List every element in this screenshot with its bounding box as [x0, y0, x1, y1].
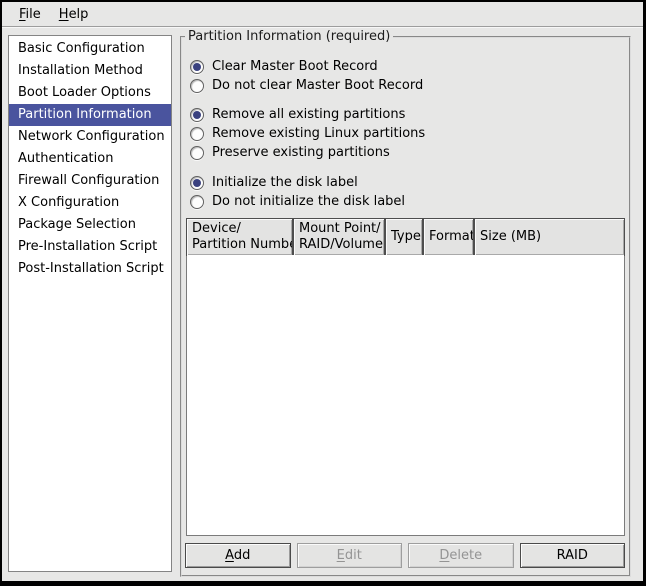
- menu-help[interactable]: Help: [50, 5, 98, 24]
- table-action-buttons: Add Edit Delete RAID: [185, 543, 625, 568]
- partition-table: Device/ Partition Number Mount Point/ RA…: [186, 218, 625, 536]
- add-button-label: dd: [234, 548, 251, 563]
- raid-button[interactable]: RAID: [520, 543, 626, 568]
- menu-file-label: ile: [26, 7, 41, 22]
- sidebar-item-basic-configuration[interactable]: Basic Configuration: [9, 38, 171, 60]
- menubar-separator: [2, 26, 643, 28]
- menu-help-mnemonic: H: [59, 7, 69, 22]
- disk-label-radio-group: Initialize the disk label Do not initial…: [190, 173, 629, 211]
- column-header-format[interactable]: Format: [423, 218, 474, 256]
- column-header-line: Format: [429, 229, 469, 245]
- column-header-line: RAID/Volume: [299, 237, 380, 253]
- radio-unselected-icon: [190, 195, 204, 209]
- sidebar-item-post-installation-script[interactable]: Post-Installation Script: [9, 258, 171, 280]
- radio-unselected-icon: [190, 146, 204, 160]
- category-list: Basic Configuration Installation Method …: [8, 35, 172, 572]
- radio-do-not-initialize-disk-label[interactable]: Do not initialize the disk label: [190, 192, 629, 211]
- radio-unselected-icon: [190, 127, 204, 141]
- radio-label: Preserve existing partitions: [212, 145, 390, 160]
- existing-partitions-radio-group: Remove all existing partitions Remove ex…: [190, 105, 629, 162]
- delete-button-label: elete: [449, 548, 482, 563]
- sidebar-item-network-configuration[interactable]: Network Configuration: [9, 126, 171, 148]
- column-header-line: Partition Number: [192, 237, 288, 253]
- column-header-mount-point-raid-volume[interactable]: Mount Point/ RAID/Volume: [293, 218, 385, 256]
- edit-button: Edit: [297, 543, 403, 568]
- column-header-line: Mount Point/: [299, 221, 380, 237]
- radio-initialize-disk-label[interactable]: Initialize the disk label: [190, 173, 629, 192]
- delete-button-mnemonic: D: [439, 548, 449, 563]
- radio-label: Initialize the disk label: [212, 175, 358, 190]
- radio-selected-icon: [190, 60, 204, 74]
- radio-label: Remove all existing partitions: [212, 107, 405, 122]
- column-header-line: Size (MB): [480, 229, 620, 245]
- sidebar-item-authentication[interactable]: Authentication: [9, 148, 171, 170]
- sidebar-item-x-configuration[interactable]: X Configuration: [9, 192, 171, 214]
- partition-table-body-empty[interactable]: [187, 255, 624, 535]
- menubar: File Help: [2, 2, 643, 26]
- delete-button: Delete: [408, 543, 514, 568]
- sidebar-item-firewall-configuration[interactable]: Firewall Configuration: [9, 170, 171, 192]
- column-header-line: Device/: [192, 221, 288, 237]
- radio-label: Do not initialize the disk label: [212, 194, 405, 209]
- column-header-line: Type: [391, 229, 418, 245]
- frame-title: Partition Information (required): [185, 29, 393, 44]
- partition-information-frame: Partition Information (required) Clear M…: [180, 36, 631, 577]
- add-button[interactable]: Add: [185, 543, 291, 568]
- radio-unselected-icon: [190, 79, 204, 93]
- menu-help-label: elp: [69, 7, 89, 22]
- column-header-size-mb[interactable]: Size (MB): [474, 218, 625, 256]
- edit-button-mnemonic: E: [337, 548, 345, 563]
- sidebar-item-package-selection[interactable]: Package Selection: [9, 214, 171, 236]
- radio-clear-mbr[interactable]: Clear Master Boot Record: [190, 57, 629, 76]
- sidebar-item-boot-loader-options[interactable]: Boot Loader Options: [9, 82, 171, 104]
- radio-label: Do not clear Master Boot Record: [212, 78, 423, 93]
- sidebar-item-pre-installation-script[interactable]: Pre-Installation Script: [9, 236, 171, 258]
- kickstart-configurator-window: File Help Basic Configuration Installati…: [0, 0, 646, 586]
- radio-selected-icon: [190, 108, 204, 122]
- radio-remove-linux-partitions[interactable]: Remove existing Linux partitions: [190, 124, 629, 143]
- raid-button-label: RAID: [557, 548, 588, 563]
- sidebar-item-installation-method[interactable]: Installation Method: [9, 60, 171, 82]
- radio-selected-icon: [190, 176, 204, 190]
- add-button-mnemonic: A: [225, 548, 234, 563]
- column-header-type[interactable]: Type: [385, 218, 423, 256]
- radio-preserve-partitions[interactable]: Preserve existing partitions: [190, 143, 629, 162]
- partition-table-header: Device/ Partition Number Mount Point/ RA…: [186, 218, 625, 256]
- menu-file[interactable]: File: [10, 5, 50, 24]
- radio-do-not-clear-mbr[interactable]: Do not clear Master Boot Record: [190, 76, 629, 95]
- mbr-radio-group: Clear Master Boot Record Do not clear Ma…: [190, 57, 629, 95]
- radio-label: Remove existing Linux partitions: [212, 126, 425, 141]
- radio-label: Clear Master Boot Record: [212, 59, 378, 74]
- radio-remove-all-partitions[interactable]: Remove all existing partitions: [190, 105, 629, 124]
- sidebar-item-partition-information[interactable]: Partition Information: [9, 104, 171, 126]
- column-header-device-partition-number[interactable]: Device/ Partition Number: [186, 218, 293, 256]
- edit-button-label: dit: [345, 548, 362, 563]
